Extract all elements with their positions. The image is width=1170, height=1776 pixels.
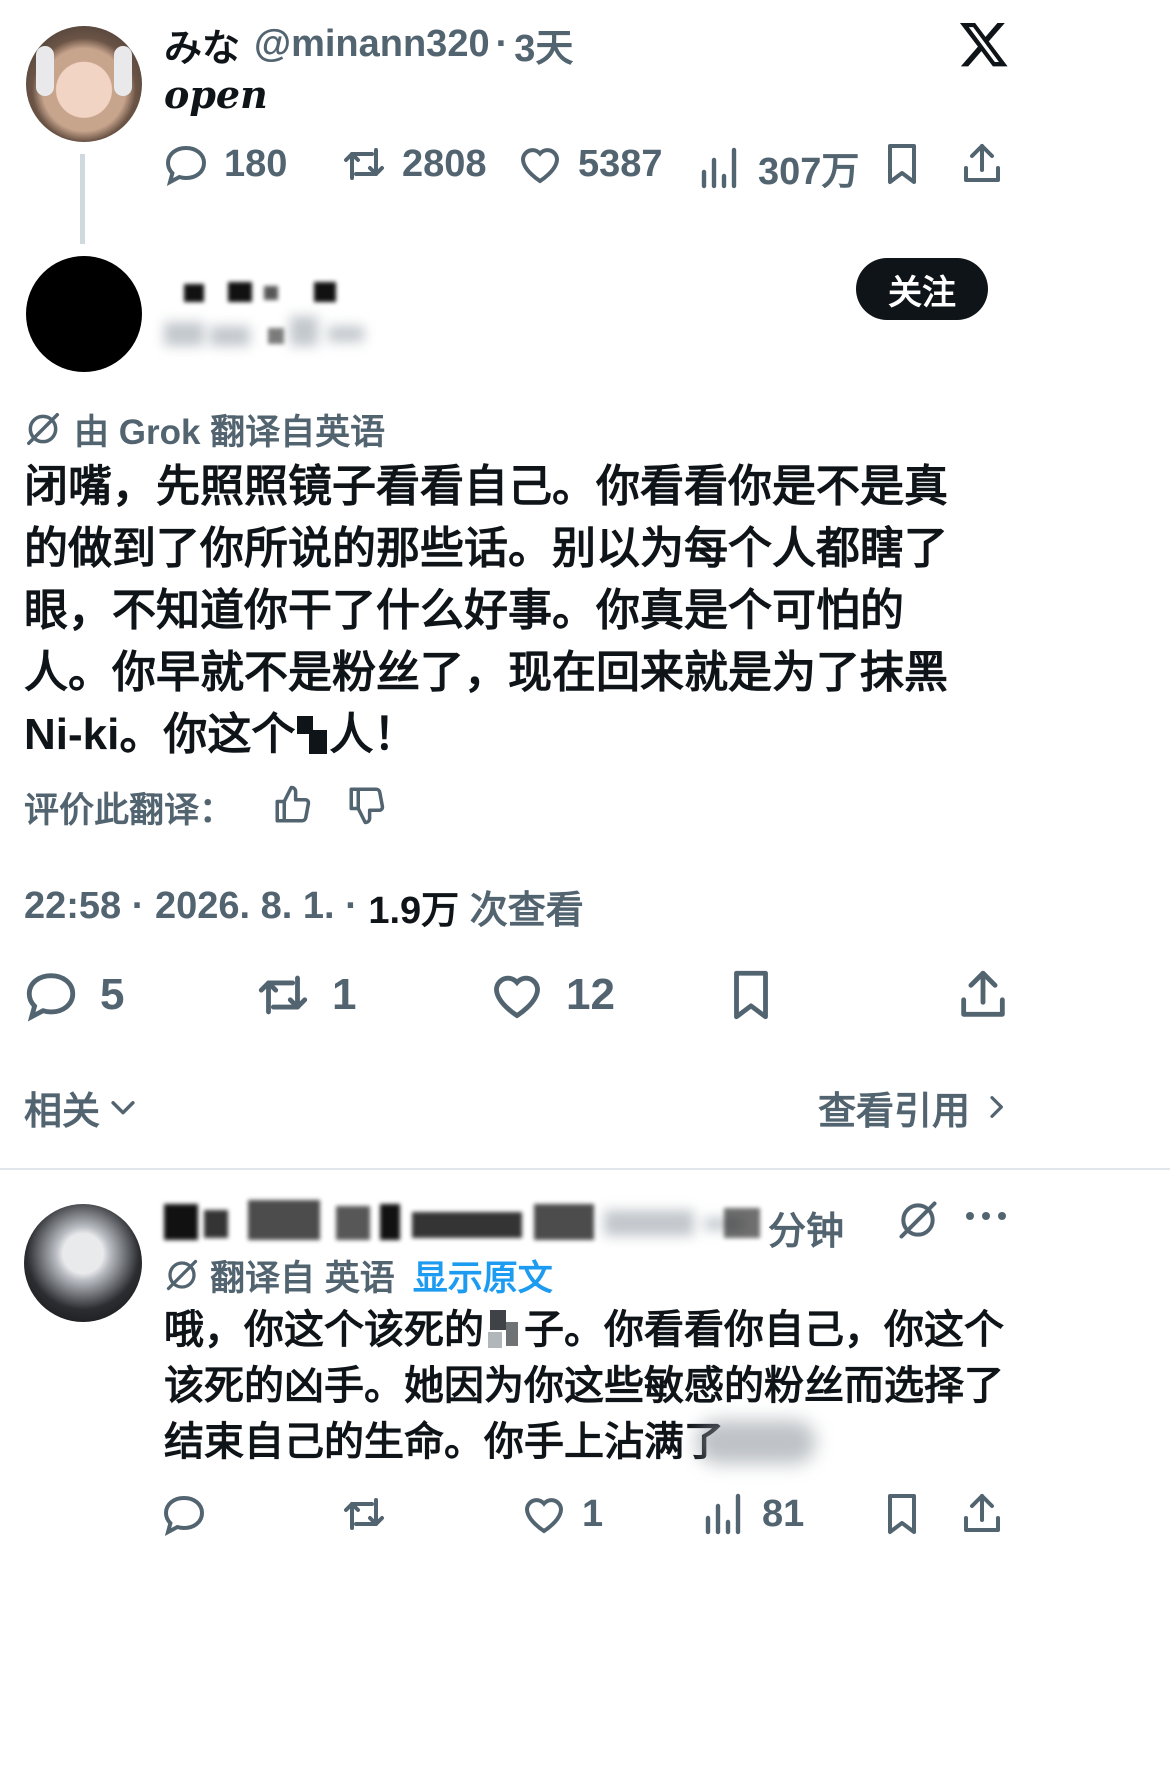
quoted-author-line: みな @minann320 · 3天 [164, 18, 573, 70]
reply-body-line-3: 结束自己的生命。你手上沾满了 [164, 1414, 1004, 1470]
grok-translation-text: 由 Grok 翻译自英语 [74, 412, 386, 452]
redacted-character [484, 1308, 524, 1352]
quoted-like-button[interactable]: 5387 [516, 140, 663, 188]
rate-translation-label: 评价此翻译： [24, 790, 235, 830]
reply-like-count: 1 [582, 1492, 604, 1535]
quoted-bookmark-icon[interactable] [878, 140, 926, 193]
reply-icon [165, 145, 207, 186]
reply-time-suffix: 分钟 [768, 1211, 845, 1253]
tweet-body-line-3: 眼，不知道你干了什么好事。你真是个可怕的 [24, 586, 904, 635]
tweet-view-label: 次查看 [459, 889, 584, 932]
tweet-body-line-1: 闭嘴，先照照镜子看看自己。你看看你是不是真 [24, 462, 948, 511]
redacted-reply-author-line: 分钟 [164, 1196, 864, 1253]
redacted-character [295, 712, 329, 758]
view-quotes-link[interactable]: 查看引用 [818, 1080, 1012, 1134]
thumbs-up-icon[interactable] [272, 784, 314, 831]
views-chart-icon [701, 147, 737, 188]
chevron-right-icon [990, 1096, 1003, 1118]
tweet-body-line-2: 的做到了你所说的那些话。别以为每个人都瞎了 [24, 524, 948, 573]
related-dropdown[interactable]: 相关 [24, 1080, 140, 1134]
related-label: 相关 [24, 1090, 101, 1133]
redacted-text-blur [696, 1420, 816, 1464]
reply-reply-icon[interactable] [160, 1490, 208, 1543]
thumbs-down-icon[interactable] [346, 784, 388, 831]
reply-body-line-3-text: 结束自己的生命。你手上沾满了 [164, 1420, 724, 1464]
views-chart-icon [705, 1493, 741, 1535]
section-divider [0, 1168, 1170, 1170]
quoted-reply-button[interactable]: 180 [162, 140, 287, 188]
reply-count: 5 [100, 970, 125, 1019]
grok-icon [27, 413, 59, 445]
reply-more-icon[interactable] [966, 1212, 1006, 1220]
quoted-tweet-text: open [164, 72, 268, 117]
dot-separator: · [495, 22, 509, 65]
tweet-body-line-5: Ni-ki。你这个 人！ [24, 704, 948, 766]
quoted-share-icon[interactable] [958, 140, 1006, 193]
tweet-timestamp-line: 22:58 · 2026. 8. 1. · 1.9万 次查看 [24, 880, 584, 932]
tweet-body-line-5-start: Ni-ki。你这个 [24, 710, 296, 759]
tweet-body: 闭嘴，先照照镜子看看自己。你看看你是不是真 的做到了你所说的那些话。别以为每个人… [24, 456, 948, 766]
tweet-body-line-5-end: 人！ [329, 710, 418, 759]
redacted-author-name [164, 278, 384, 358]
reply-body-line-2: 该死的凶手。她因为你这些敏感的粉丝而选择了 [164, 1364, 1004, 1408]
quoted-display-name[interactable]: みな [164, 17, 240, 72]
retweet-icon [344, 148, 384, 180]
quoted-views-button[interactable]: 307万 [696, 140, 859, 195]
retweet-count: 1 [332, 970, 357, 1019]
reply-body-line-1: 哦，你这个该死的 子。你看看你自己，你这个 [164, 1302, 1004, 1358]
reply-like-button[interactable]: 1 [520, 1490, 603, 1538]
bookmark-icon[interactable] [722, 966, 780, 1029]
like-button[interactable]: 12 [488, 966, 615, 1024]
thread-line [80, 154, 85, 244]
grok-icon [166, 1259, 198, 1291]
reply-translation-line: 翻译自 英语 显示原文 [164, 1250, 553, 1300]
reply-author-avatar[interactable] [24, 1204, 142, 1322]
show-original-link[interactable]: 显示原文 [413, 1250, 553, 1301]
heart-icon [524, 1498, 564, 1534]
reply-views-button[interactable]: 81 [700, 1490, 804, 1538]
reply-icon [26, 973, 76, 1022]
grok-translation-label: 由 Grok 翻译自英语 [24, 404, 385, 454]
quoted-author-avatar[interactable] [26, 26, 142, 142]
heart-icon [520, 148, 560, 184]
quoted-reply-count: 180 [224, 142, 288, 185]
reply-translation-prefix: 翻译自 英语 [210, 1258, 395, 1298]
retweet-icon [258, 975, 308, 1015]
tweet-body-line-4: 人。你早就不是粉丝了，现在回来就是为了抹黑 [24, 648, 948, 697]
quoted-handle[interactable]: @minann320 [254, 23, 490, 66]
share-icon[interactable] [954, 966, 1012, 1029]
reply-retweet-icon[interactable] [340, 1490, 388, 1543]
chevron-down-icon [111, 1101, 135, 1115]
main-author-avatar[interactable] [26, 256, 142, 372]
like-count: 12 [566, 970, 615, 1019]
retweet-button[interactable]: 1 [254, 966, 356, 1024]
reply-body-line-1-start: 哦，你这个该死的 [164, 1308, 484, 1352]
reply-bookmark-icon[interactable] [878, 1490, 926, 1543]
view-quotes-label: 查看引用 [818, 1090, 971, 1133]
quoted-time[interactable]: 3天 [514, 17, 573, 72]
x-logo-icon[interactable] [958, 18, 1010, 70]
reply-body: 哦，你这个该死的 子。你看看你自己，你这个 该死的凶手。她因为你这些敏感的粉丝而… [164, 1302, 1004, 1470]
follow-button[interactable]: 关注 [856, 258, 988, 320]
rate-translation: 评价此翻译： [24, 782, 388, 832]
reply-button[interactable]: 5 [22, 966, 124, 1024]
reply-grok-icon[interactable] [896, 1198, 940, 1247]
tweet-view-count: 1.9万 [368, 889, 460, 932]
quoted-like-count: 5387 [578, 142, 663, 185]
quoted-retweet-count: 2808 [402, 142, 487, 185]
reply-views-count: 81 [762, 1492, 805, 1535]
quoted-views-count: 307万 [758, 151, 860, 193]
tweet-timestamp[interactable]: 22:58 · 2026. 8. 1. · [24, 885, 368, 928]
heart-icon [494, 975, 540, 1019]
reply-share-icon[interactable] [958, 1490, 1006, 1543]
reply-body-line-1-end: 子。你看看你自己，你这个 [524, 1308, 1004, 1352]
quoted-retweet-button[interactable]: 2808 [340, 140, 487, 188]
